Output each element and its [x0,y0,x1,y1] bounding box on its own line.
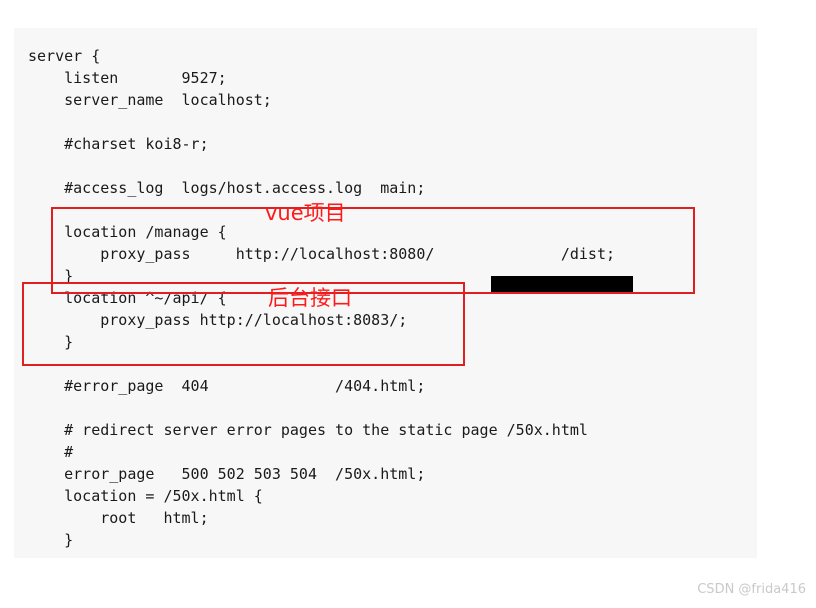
csdn-watermark: CSDN @frida416 [697,582,806,597]
annotation-label-vue-project: vue项目 [265,201,346,225]
redaction-bar [491,276,633,293]
code-panel: server { listen 9527; server_name localh… [14,28,757,558]
annotation-label-backend-api: 后台接口 [268,286,352,310]
